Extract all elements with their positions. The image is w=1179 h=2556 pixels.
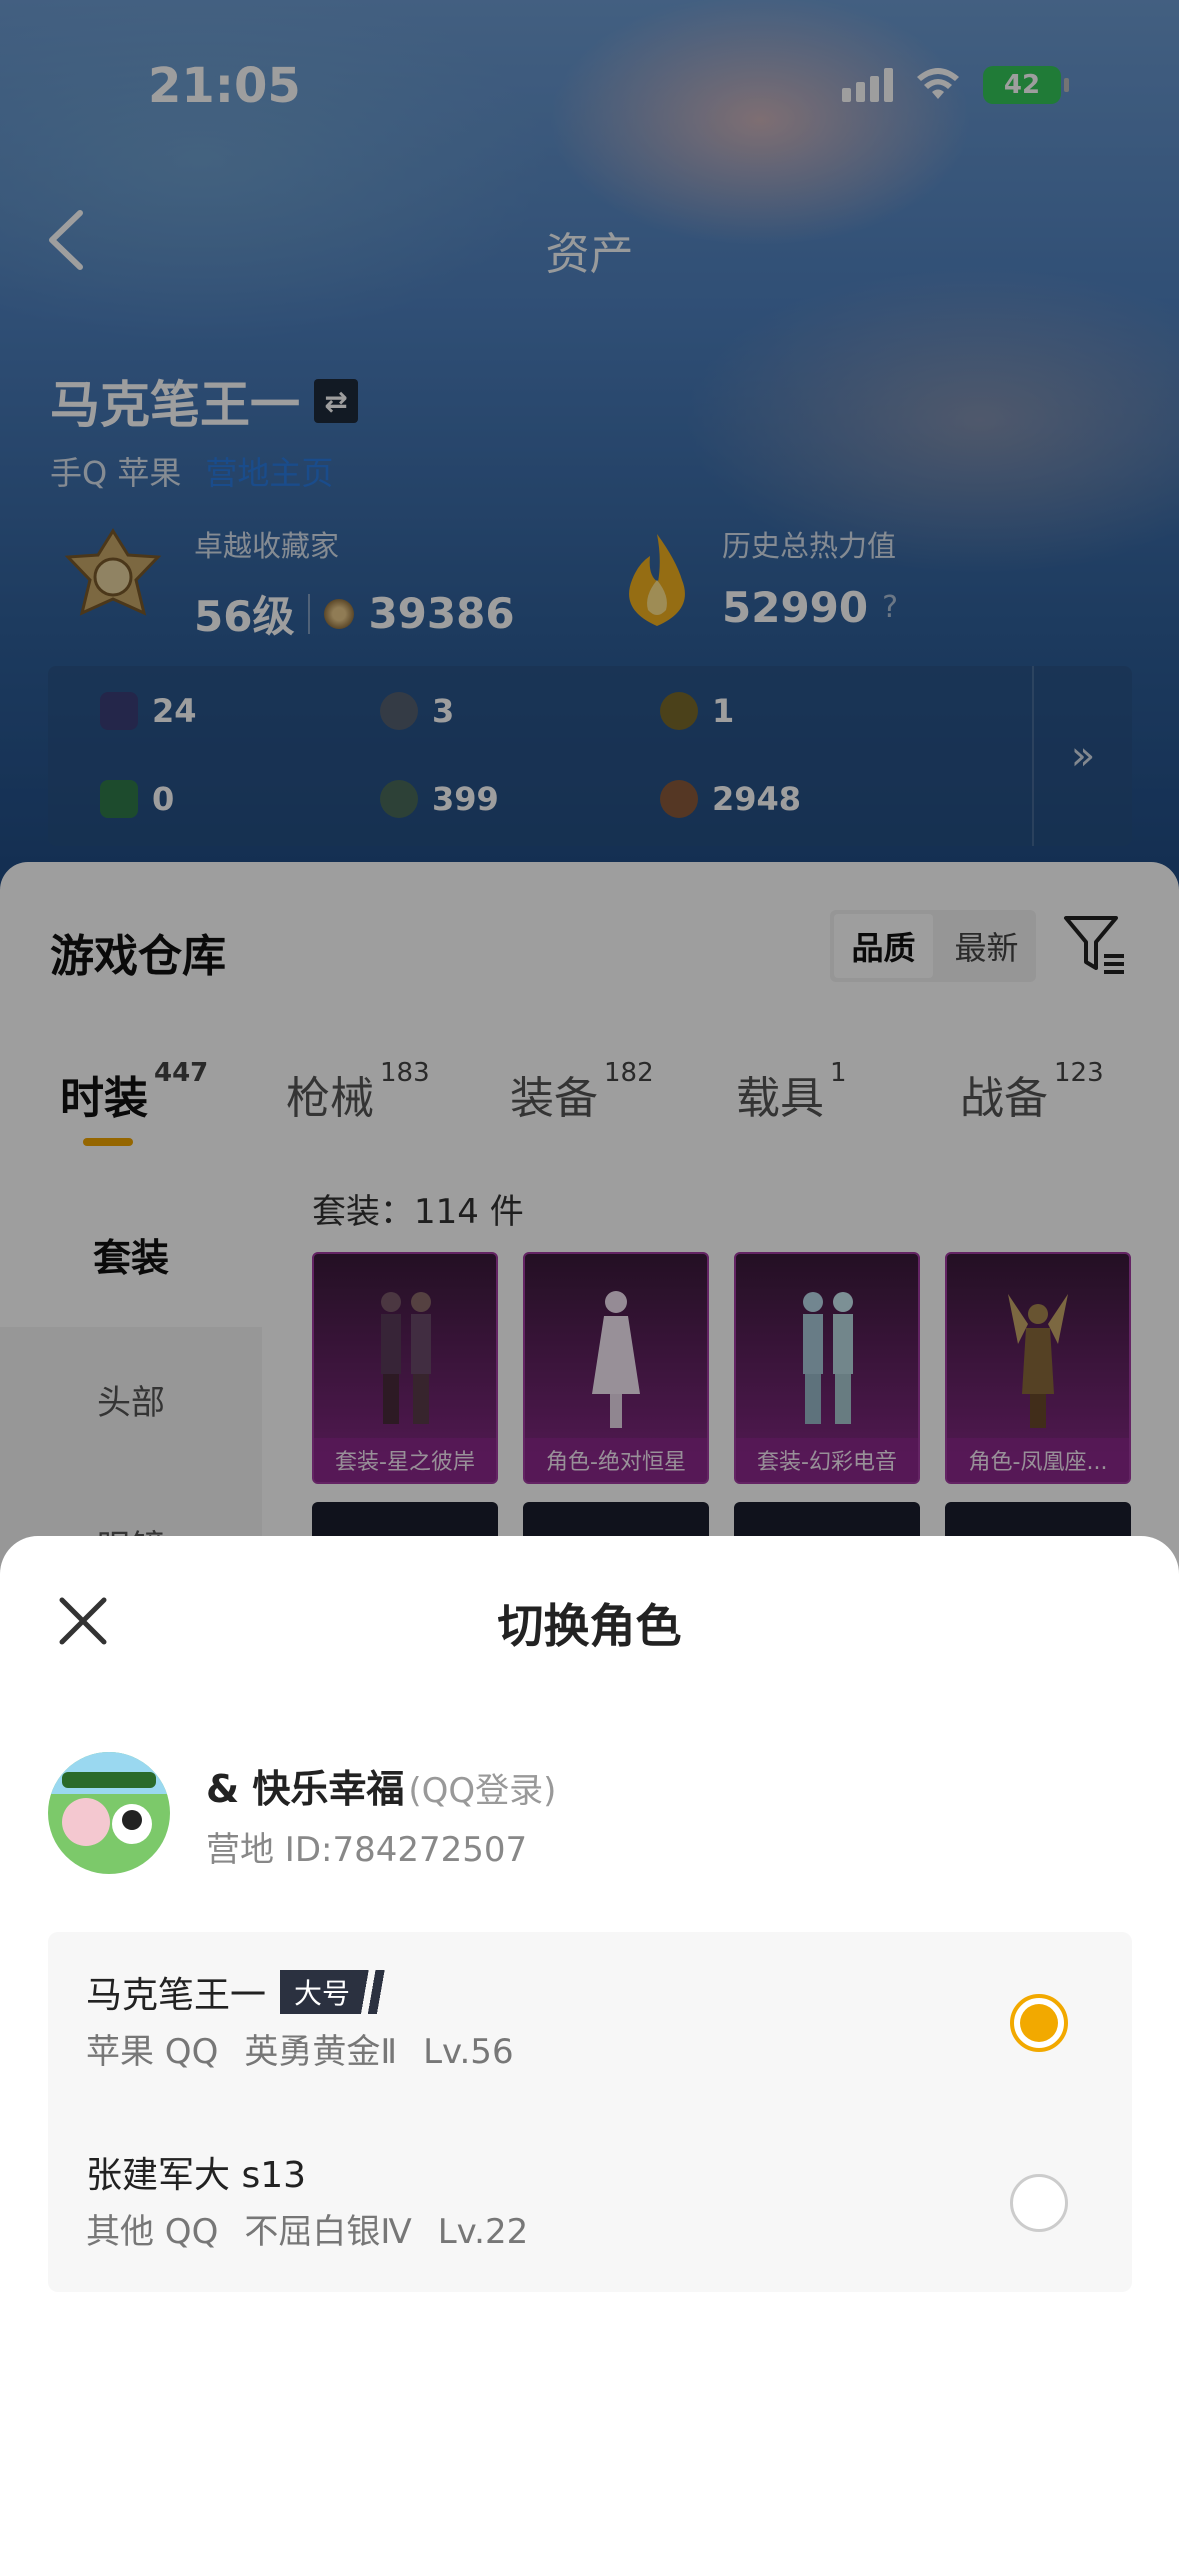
role-option[interactable]: 张建军大 s13 其他 QQ 不屈白银Ⅳ Lv.22	[48, 2112, 1132, 2292]
account-info: & 快乐幸福 (QQ登录) 营地 ID:784272507	[48, 1752, 1132, 1882]
sheet-title: 切换角色	[497, 1599, 682, 1653]
camp-id: 营地 ID:784272507	[206, 1830, 528, 1870]
main-account-badge: 大号	[280, 1970, 387, 2014]
role-list: 马克笔王一 大号 苹果 QQ 英勇黄金Ⅱ Lv.56 张建军大 s13 其他 QQ 不…	[48, 1932, 1132, 2292]
role-option-name: 张建军大 s13	[86, 2155, 307, 2196]
role-info: 苹果 QQ 英勇黄金Ⅱ Lv.56	[86, 2024, 540, 2073]
account-name-row: & 快乐幸福 (QQ登录)	[206, 1758, 556, 1813]
role-radio-selected[interactable]	[1010, 1994, 1068, 2052]
login-type: (QQ登录)	[408, 1771, 557, 1811]
role-level: Lv.22	[437, 2212, 529, 2252]
switch-role-sheet: 切换角色 & 快乐幸福 (QQ登录) 营地 ID:784272507 马克笔王一 …	[0, 1536, 1179, 2556]
role-level: Lv.56	[423, 2032, 514, 2072]
role-option-name: 马克笔王一	[86, 1975, 267, 2016]
avatar-image	[48, 1752, 170, 1874]
role-info: 其他 QQ 不屈白银Ⅳ Lv.22	[86, 2204, 554, 2253]
role-platform: 其他 QQ	[86, 2212, 219, 2252]
role-radio[interactable]	[1010, 2174, 1068, 2232]
role-name-row: 马克笔王一 大号	[86, 1966, 387, 2018]
role-platform: 苹果 QQ	[86, 2032, 219, 2072]
account-name: & 快乐幸福	[206, 1767, 405, 1811]
role-name-row: 张建军大 s13	[86, 2146, 306, 2198]
role-option[interactable]: 马克笔王一 大号 苹果 QQ 英勇黄金Ⅱ Lv.56	[48, 1932, 1132, 2112]
role-rank: 不屈白银Ⅳ	[244, 2212, 412, 2252]
role-rank: 英勇黄金Ⅱ	[244, 2032, 398, 2072]
avatar	[48, 1752, 170, 1874]
